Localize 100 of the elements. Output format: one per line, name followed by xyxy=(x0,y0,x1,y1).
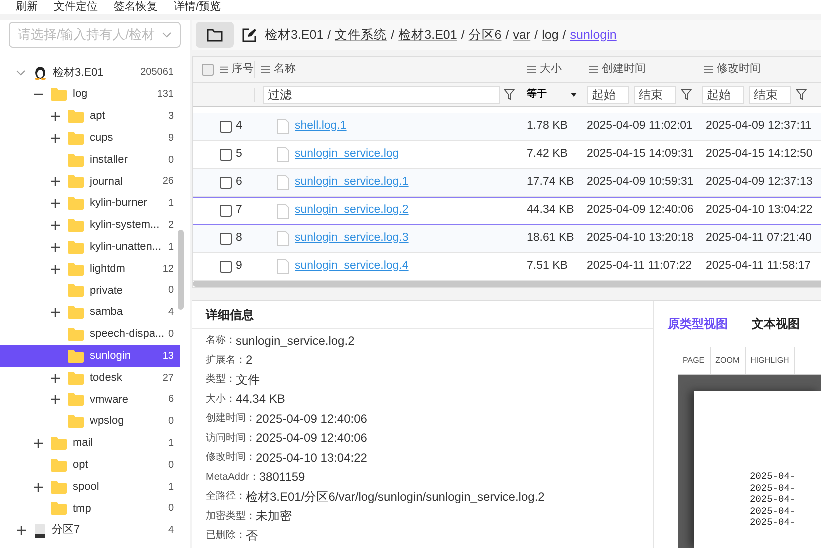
tree-item[interactable]: samba 4 xyxy=(0,302,180,324)
breadcrumb-link[interactable]: 文件系统 xyxy=(335,26,388,44)
column-header[interactable]: 创建时间 xyxy=(602,61,646,78)
column-menu-icon[interactable] xyxy=(220,66,228,74)
header-checkbox[interactable] xyxy=(202,64,214,76)
menu-item[interactable]: 文件定位 xyxy=(54,0,98,14)
start-date-field[interactable]: 起始 xyxy=(702,86,744,104)
breadcrumb-link[interactable]: 检材3.E01 xyxy=(398,26,458,44)
column-menu-icon[interactable] xyxy=(704,66,713,74)
row-checkbox[interactable] xyxy=(220,148,232,160)
tree-item[interactable]: speech-dispa... 0 xyxy=(0,324,180,346)
end-date-field[interactable]: 结束 xyxy=(634,86,676,104)
row-checkbox[interactable] xyxy=(220,232,232,244)
tree-item[interactable]: wpslog 0 xyxy=(0,410,180,433)
expand-icon[interactable] xyxy=(50,199,60,208)
breadcrumb-link[interactable]: log xyxy=(542,26,559,44)
file-icon xyxy=(277,175,289,190)
tree-item[interactable]: private 0 xyxy=(0,280,180,302)
tree-item[interactable]: cups 9 xyxy=(0,127,180,150)
item-count: 0 xyxy=(168,415,174,430)
column-header[interactable]: 大小 xyxy=(540,61,562,78)
tree-label: wpslog xyxy=(90,414,126,430)
expand-icon[interactable] xyxy=(16,526,26,536)
column-menu-icon[interactable] xyxy=(261,66,270,74)
column-menu-icon[interactable] xyxy=(527,66,536,74)
tree-item[interactable]: 分区7 4 xyxy=(0,520,180,542)
view-tab[interactable]: 文本视图 xyxy=(752,315,800,333)
modified-time: 2025-04-11 11:58:17 xyxy=(706,258,812,274)
name-filter-field[interactable]: 过滤 xyxy=(263,86,500,104)
tree-item[interactable]: installer 0 xyxy=(0,149,180,171)
file-icon xyxy=(277,204,289,218)
scrollbar[interactable] xyxy=(178,230,184,310)
tree-item[interactable]: lightdm 12 xyxy=(0,258,180,280)
tree-item[interactable]: mail 1 xyxy=(0,432,180,454)
expand-icon[interactable] xyxy=(34,482,42,492)
tree-item[interactable]: tmp 0 xyxy=(0,498,180,520)
breadcrumb-link[interactable]: 检材3.E01 xyxy=(265,26,324,44)
folder-button[interactable] xyxy=(196,22,234,48)
column-header[interactable]: 修改时间 xyxy=(717,61,761,78)
expand-icon[interactable] xyxy=(50,112,60,121)
expand-icon[interactable] xyxy=(50,264,60,274)
table-row[interactable]: 4 shell.log.1 1.78 KB 2025-04-09 11:02:01 2025-04-09 12:37:11 xyxy=(193,113,821,141)
breadcrumb-link[interactable]: sunlogin xyxy=(570,26,617,44)
tree-item[interactable]: todesk 27 xyxy=(0,367,180,389)
row-checkbox[interactable] xyxy=(220,260,232,272)
tree-item[interactable]: sunlogin 13 xyxy=(0,345,180,368)
expand-icon[interactable] xyxy=(50,395,60,404)
item-count: 0 xyxy=(168,284,174,298)
column-header[interactable]: 序号 xyxy=(232,61,254,78)
view-tab[interactable]: 原类型视图 xyxy=(668,315,728,333)
tree-item[interactable]: kylin-burner 1 xyxy=(0,192,180,215)
expand-icon[interactable] xyxy=(50,177,60,186)
horizontal-scrollbar[interactable] xyxy=(193,281,821,287)
expand-icon[interactable] xyxy=(50,134,60,143)
tree-item[interactable]: vmware 6 xyxy=(0,388,180,411)
expand-icon[interactable] xyxy=(50,374,60,383)
tree-item[interactable]: kylin-unatten... 1 xyxy=(0,236,180,258)
tree-label: todesk xyxy=(90,370,124,386)
filter-icon[interactable] xyxy=(796,88,807,100)
tree-item[interactable]: log 131 xyxy=(0,84,180,106)
search-field[interactable]: 请选择/输入持有人/检材 xyxy=(9,22,181,48)
tree-item[interactable]: kylin-system... 2 xyxy=(0,214,180,236)
menu-item[interactable]: 刷新 xyxy=(16,0,38,14)
expand-icon[interactable] xyxy=(50,242,60,252)
menu-item[interactable]: 签名恢复 xyxy=(114,0,158,14)
column-header[interactable]: 名称 xyxy=(274,61,296,78)
tree-item[interactable]: journal 26 xyxy=(0,170,180,193)
row-checkbox[interactable] xyxy=(220,176,232,188)
size-operator-select[interactable]: 等于 xyxy=(521,87,583,102)
tree-item[interactable]: spool 1 xyxy=(0,476,180,498)
tree-item[interactable]: 检材3.E01 205061 xyxy=(0,62,180,84)
created-time: 2025-04-09 11:02:01 xyxy=(586,118,694,134)
breadcrumb-link[interactable]: var xyxy=(513,26,531,44)
field-label: 全路径： xyxy=(206,490,246,504)
column-menu-icon[interactable] xyxy=(589,66,598,74)
chevron-icon[interactable] xyxy=(16,70,26,76)
expand-icon[interactable] xyxy=(50,308,60,318)
item-count: 1 xyxy=(168,436,174,451)
row-checkbox[interactable] xyxy=(220,120,232,132)
table-row[interactable]: 7 sunlogin_service.log.2 44.34 KB 2025-04-09 12:40:06 2025-04-10 13:04:22 xyxy=(193,197,821,225)
expand-icon[interactable] xyxy=(34,438,42,448)
expand-icon[interactable] xyxy=(50,220,60,230)
start-date-field[interactable]: 起始 xyxy=(587,86,629,104)
item-count: 9 xyxy=(168,132,174,146)
filter-icon[interactable] xyxy=(681,88,692,100)
tree-item[interactable]: apt 3 xyxy=(0,106,180,128)
row-checkbox[interactable] xyxy=(220,205,232,217)
end-date-field[interactable]: 结束 xyxy=(749,86,791,104)
menu-item[interactable]: 详情/预览 xyxy=(174,0,222,14)
folder-icon xyxy=(68,393,84,406)
item-count: 12 xyxy=(162,262,174,277)
filter-icon[interactable] xyxy=(504,88,515,100)
folder-icon xyxy=(51,436,67,450)
tree-label: spool xyxy=(73,480,100,495)
tree-item[interactable]: opt 0 xyxy=(0,454,180,476)
edit-icon[interactable] xyxy=(242,28,257,42)
breadcrumb-link[interactable]: 分区6 xyxy=(468,26,502,44)
table-row[interactable]: 6 sunlogin_service.log.1 17.74 KB 2025-04-09 10:59:31 2025-04-09 12:37:13 xyxy=(193,169,821,197)
table-row[interactable]: 8 sunlogin_service.log.3 18.61 KB 2025-04-10 13:20:18 2025-04-11 07:21:40 xyxy=(193,225,821,253)
folder-icon xyxy=(68,372,84,385)
